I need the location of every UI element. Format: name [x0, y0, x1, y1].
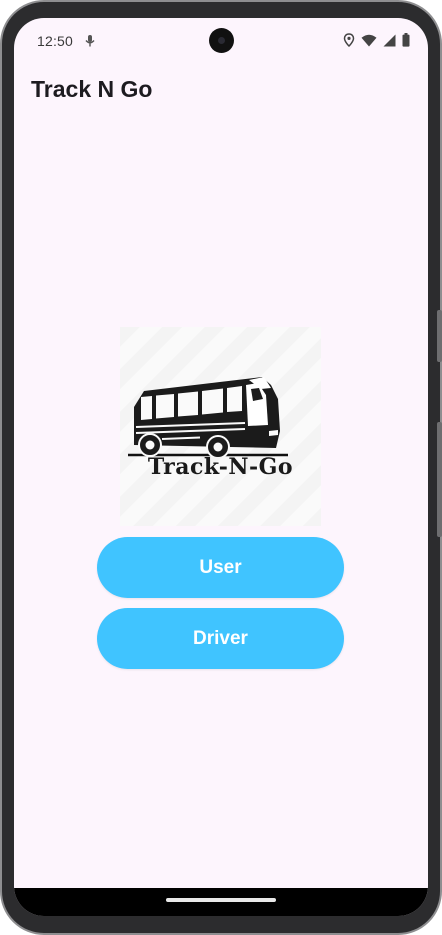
status-icons — [343, 32, 410, 48]
wifi-icon — [361, 34, 377, 47]
phone-frame: 12:50 Track N Go Track-N-Go User Driver — [0, 0, 442, 935]
volume-button — [437, 422, 442, 537]
bus-icon — [128, 377, 288, 457]
screen: 12:50 Track N Go Track-N-Go User Driver — [14, 18, 428, 916]
app-title: Track N Go — [31, 76, 153, 102]
battery-icon — [402, 33, 410, 47]
home-gesture-handle[interactable] — [166, 898, 276, 902]
location-icon — [343, 33, 355, 47]
status-time: 12:50 — [37, 33, 74, 49]
power-button — [437, 310, 442, 362]
status-bar: 12:50 — [14, 18, 428, 64]
driver-button[interactable]: Driver — [97, 608, 344, 669]
signal-icon — [383, 34, 396, 47]
front-camera — [209, 28, 234, 53]
user-button[interactable]: User — [97, 537, 344, 598]
navigation-bar — [14, 888, 428, 916]
logo-text: Track-N-Go — [147, 454, 294, 480]
app-logo: Track-N-Go — [120, 327, 321, 526]
mic-icon — [84, 34, 96, 48]
